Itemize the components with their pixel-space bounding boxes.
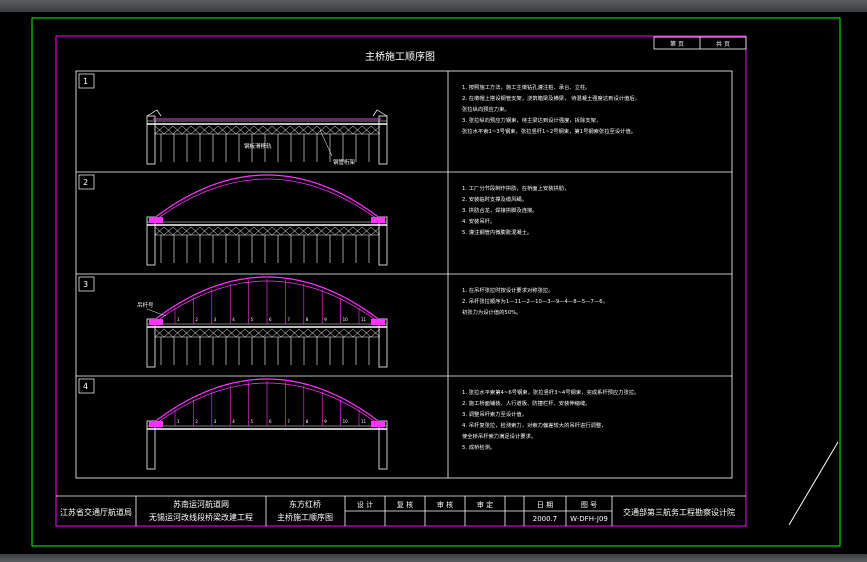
hanger-number: 8 bbox=[306, 317, 309, 322]
stage-label: 钢板滑移轨 bbox=[244, 142, 272, 150]
stage-number: 4 bbox=[83, 382, 88, 391]
drawing-frame bbox=[55, 35, 747, 527]
hanger-number: 2 bbox=[195, 419, 198, 424]
hanger-number: 11 bbox=[361, 317, 367, 322]
note-line: 张拉纵向预应力束。 bbox=[462, 105, 510, 113]
hanger-number: 3 bbox=[214, 317, 217, 322]
drawing-no-label: 图 号 bbox=[581, 501, 597, 509]
date-label: 日 期 bbox=[537, 501, 553, 509]
note-line: 2. 吊杆张拉顺序为1—11—2—10—3—9—4—8—5—7—6， bbox=[462, 297, 608, 305]
stage-number: 3 bbox=[83, 280, 88, 289]
stage-notes: 1. 在吊杆张拉时按设计要求对称张拉。 2. 吊杆张拉顺序为1—11—2—10—3… bbox=[462, 286, 608, 316]
note-line: 1. 在吊杆张拉时按设计要求对称张拉。 bbox=[462, 286, 554, 294]
field-review: 审 核 bbox=[437, 500, 453, 509]
hanger-number: 11 bbox=[361, 419, 367, 424]
hanger-number: 6 bbox=[269, 419, 272, 424]
stage-number: 1 bbox=[83, 77, 88, 86]
bridge-elevation: 1 2 3 4 5 6 7 8 9 10 11 bbox=[146, 378, 388, 470]
title-project-line1: 苏南运河航道网 bbox=[173, 499, 229, 509]
date-value: 2000.7 bbox=[533, 515, 558, 523]
hanger-number: 9 bbox=[324, 419, 327, 424]
note-line: 2. 施工桥面铺装、人行道板、防撞栏杆、安装伸缩缝。 bbox=[462, 399, 591, 407]
stage-2: 2 1. 工厂分节段制作拱肋，在桥面上安装拱肋， 2. 安装临时支撑及缆风绳。 3. … bbox=[78, 174, 569, 266]
cad-drawing[interactable]: 第 页 共 页 主桥施工顺序图 1 钢板滑移轨钢管桁架 1. 按照施工方法，施工主墩… bbox=[0, 0, 867, 562]
note-line: 使全桥吊杆索力满足设计要求。 bbox=[462, 432, 536, 440]
title-designer: 交通部第三航务工程勘察设计院 bbox=[623, 507, 735, 517]
stage-3: 3 1 2 3 4 5 6 7 8 9 10 11 吊杆号 1. 在吊杆张拉时按设计要求对称张拉。 2. 吊… bbox=[78, 276, 608, 368]
stage-notes: 1. 按照施工方法，施工主墩钻孔灌注桩、承台、立柱。 2. 在墩帽上搭设钢管支架，… bbox=[462, 83, 640, 135]
title-block: 江苏省交通厅航道局 苏南运河航道网 无锡运河改线段桥梁改建工程 东方红桥 主桥施… bbox=[56, 495, 746, 526]
stage-label: 钢管桁架 bbox=[333, 158, 356, 166]
hanger-number: 9 bbox=[324, 317, 327, 322]
stage-4: 4 1 2 3 4 5 6 7 8 9 10 11 1. 张拉水平索第4~6号钢束，张拉竖杆3~4号钢束… bbox=[78, 378, 639, 470]
hanger-number: 10 bbox=[343, 419, 349, 424]
note-line: 4. 吊杆复张拉，检测索力，对索力偏差较大的吊杆进行调整， bbox=[462, 421, 606, 429]
note-line: 5. 成桥检测。 bbox=[462, 443, 495, 451]
hanger-number: 5 bbox=[251, 317, 254, 322]
note-line: 2. 在墩帽上搭设钢管支架，浇筑箱梁及横梁， 待混凝土强度达到设计值后， bbox=[462, 94, 640, 102]
note-line: 3. 张拉纵向预应力钢束，待主梁达到设计强度，拆除支架， bbox=[462, 116, 601, 124]
hanger-number: 1 bbox=[177, 317, 180, 322]
title-org: 江苏省交通厅航道局 bbox=[60, 507, 132, 517]
hanger-number: 1 bbox=[177, 419, 180, 424]
note-line: 3. 拱肋合龙，焊接拱脚及连接。 bbox=[462, 206, 538, 214]
stage-number: 2 bbox=[83, 178, 88, 187]
drawing-title: 主桥施工顺序图 bbox=[365, 50, 435, 63]
hanger-number: 4 bbox=[232, 419, 235, 424]
note-line: 1. 按照施工方法，施工主墩钻孔灌注桩、承台、立柱。 bbox=[462, 83, 591, 91]
note-line: 2. 安装临时支撑及缆风绳。 bbox=[462, 195, 527, 203]
title-project-line2: 无锡运河改线段桥梁改建工程 bbox=[149, 512, 253, 522]
field-design: 设 计 bbox=[357, 500, 373, 509]
hanger-number: 7 bbox=[287, 317, 290, 322]
stage-label: 吊杆号 bbox=[137, 301, 154, 309]
page-header-cells: 第 页 共 页 bbox=[653, 36, 747, 50]
note-line: 初张力为设计值的50%。 bbox=[462, 308, 521, 316]
note-line: 3. 调整吊杆索力至设计值。 bbox=[462, 410, 527, 418]
bridge-elevation bbox=[146, 109, 388, 165]
hanger-number: 7 bbox=[287, 419, 290, 424]
note-line: 1. 张拉水平索第4~6号钢束，张拉竖杆3~4号钢束，完成系杆预应力张拉。 bbox=[462, 388, 639, 396]
page-number-cell: 第 页 bbox=[670, 40, 684, 48]
hanger-number: 6 bbox=[269, 317, 272, 322]
hanger-number: 8 bbox=[306, 419, 309, 424]
sheet-border bbox=[31, 17, 841, 547]
title-drawing-line2: 主桥施工顺序图 bbox=[277, 512, 333, 522]
field-check: 复 核 bbox=[397, 500, 413, 509]
stage-1: 1 钢板滑移轨钢管桁架 1. 按照施工方法，施工主墩钻孔灌注桩、承台、立柱。 2. 在… bbox=[78, 73, 640, 166]
note-line: 张拉水平索1~3号钢束，张拉竖杆1~2号钢束，第1号钢索张拉至设计值。 bbox=[462, 127, 636, 135]
hanger-number: 5 bbox=[251, 419, 254, 424]
stage-notes: 1. 工厂分节段制作拱肋，在桥面上安装拱肋， 2. 安装临时支撑及缆风绳。 3. 拱… bbox=[462, 184, 569, 236]
note-line: 4. 安装吊杆。 bbox=[462, 217, 495, 225]
bridge-elevation: 1 2 3 4 5 6 7 8 9 10 11 bbox=[146, 276, 388, 368]
hanger-number: 4 bbox=[232, 317, 235, 322]
page-total-cell: 共 页 bbox=[716, 40, 730, 48]
field-approve: 审 定 bbox=[477, 500, 493, 509]
bridge-elevation bbox=[146, 174, 388, 266]
title-drawing-line1: 东方红桥 bbox=[289, 499, 321, 509]
hanger-number: 2 bbox=[195, 317, 198, 322]
note-line: 1. 工厂分节段制作拱肋，在桥面上安装拱肋， bbox=[462, 184, 569, 192]
cad-viewport[interactable]: 第 页 共 页 主桥施工顺序图 1 钢板滑移轨钢管桁架 1. 按照施工方法，施工主墩… bbox=[0, 0, 867, 562]
hanger-number: 3 bbox=[214, 419, 217, 424]
stage-notes: 1. 张拉水平索第4~6号钢束，张拉竖杆3~4号钢束，完成系杆预应力张拉。 2. … bbox=[462, 388, 639, 451]
viewport-diagonal bbox=[788, 441, 839, 526]
drawing-no-value: W-DFH-J09 bbox=[570, 515, 608, 523]
hanger-number: 10 bbox=[343, 317, 349, 322]
note-line: 5. 灌注钢管内微膨胀混凝土。 bbox=[462, 228, 532, 236]
